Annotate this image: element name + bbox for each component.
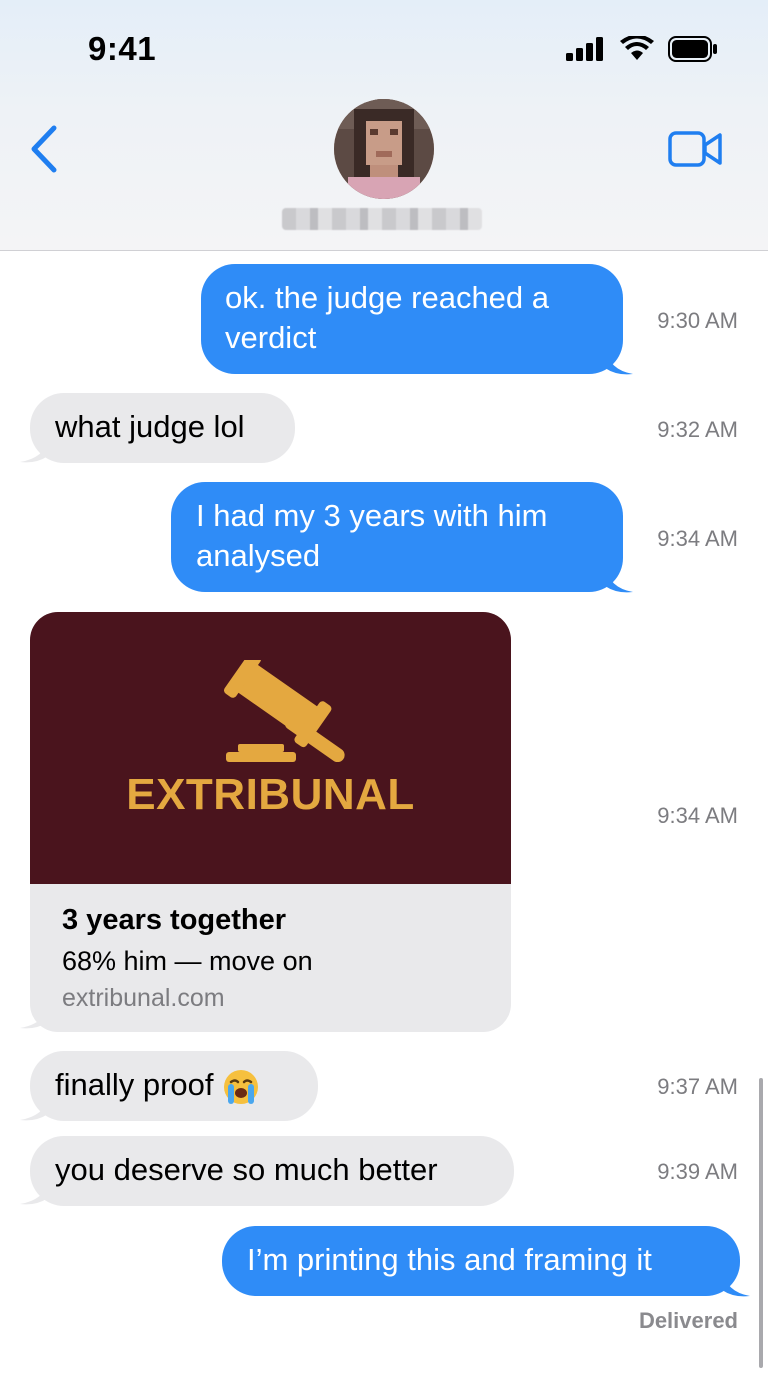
brand-wordmark: EXTRIBUNAL (126, 770, 415, 819)
link-preview-subtitle: 68% him — move on (62, 946, 313, 976)
message-bubble-sent[interactable]: ok. the judge reached a verdict (201, 264, 623, 374)
status-icons (566, 36, 718, 62)
message-timestamp: 9:34 AM (657, 803, 738, 828)
avatar[interactable] (334, 99, 434, 199)
message-text: I’m printing this and framing it (247, 1242, 652, 1277)
message-text: you deserve so much better (55, 1152, 438, 1187)
loudly-crying-face-icon (224, 1069, 259, 1104)
contact-name-blurred[interactable] (282, 208, 482, 230)
link-preview-image (30, 612, 511, 884)
message-timestamp: 9:37 AM (657, 1074, 738, 1099)
message-timestamp: 9:30 AM (657, 308, 738, 333)
avatar-image (334, 99, 434, 199)
status-time: 9:41 (88, 30, 157, 67)
message-bubble-sent[interactable]: I had my 3 years with him analysed (171, 482, 623, 592)
message-bubble-received[interactable]: what judge lol (30, 393, 295, 463)
message-text-line: verdict (225, 320, 317, 355)
message-bubble-received[interactable]: you deserve so much better (30, 1136, 514, 1206)
message-bubble-sent[interactable]: I’m printing this and framing it (222, 1226, 740, 1296)
message-text-line: analysed (196, 538, 321, 573)
gavel-icon (223, 660, 345, 762)
cellular-signal-icon (566, 37, 603, 61)
link-preview-title: 3 years together (62, 904, 287, 936)
message-timestamp: 9:34 AM (657, 526, 738, 551)
battery-icon (668, 36, 717, 62)
message-text-line: I had my 3 years with him (196, 498, 548, 533)
wifi-icon (620, 36, 654, 60)
chevron-left-icon[interactable] (26, 124, 60, 174)
scrollbar[interactable] (759, 1078, 763, 1368)
message-bubble-received[interactable]: finally proof (30, 1051, 318, 1121)
link-preview-url: extribunal.com (62, 984, 225, 1012)
link-preview-card[interactable]: 3 years together 68% him — move on extri… (30, 612, 511, 1032)
delivery-status: Delivered (638, 1308, 738, 1333)
message-timestamp: 9:32 AM (657, 417, 738, 442)
video-camera-icon[interactable] (668, 130, 724, 168)
conversation-header: 9:41 (0, 0, 768, 251)
message-timestamp: 9:39 AM (657, 1159, 738, 1184)
message-text: finally proof (55, 1067, 214, 1102)
message-text: what judge lol (55, 409, 245, 444)
message-text-line: ok. the judge reached a (225, 280, 550, 315)
